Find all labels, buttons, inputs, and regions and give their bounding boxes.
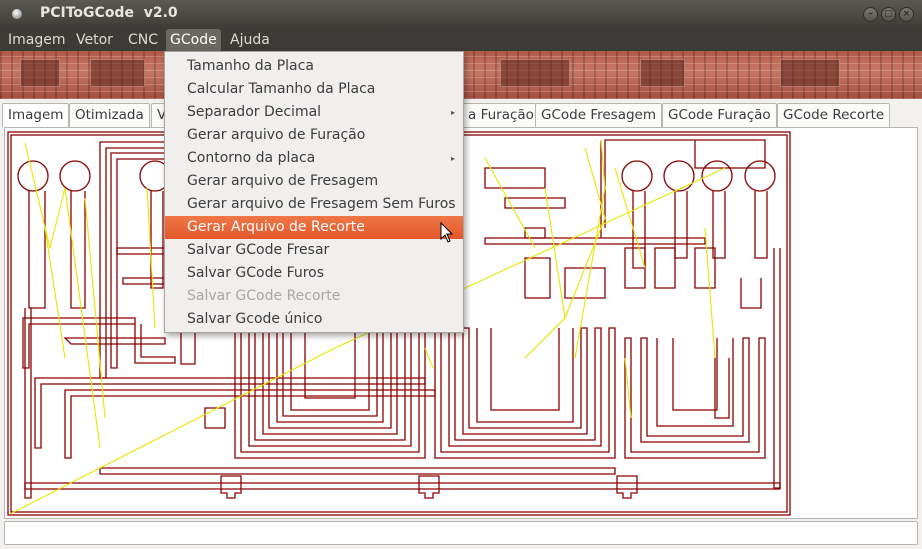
banner-chip (90, 59, 145, 87)
menu-item-gerar-furacao[interactable]: Gerar arquivo de Furação (165, 124, 463, 147)
menu-item-label: Contorno da placa (187, 150, 316, 166)
status-bar (4, 521, 918, 545)
tab-gcode-fresagem[interactable]: GCode Fresagem (535, 103, 662, 127)
app-icon (12, 9, 22, 19)
gcode-menu: Tamanho da Placa Calcular Tamanho da Pla… (164, 51, 464, 333)
tab-otimizada[interactable]: Otimizada (69, 103, 150, 127)
menu-gcode[interactable]: GCode (166, 29, 221, 51)
menu-item-gerar-recorte[interactable]: Gerar Arquivo de Recorte (165, 216, 463, 239)
menu-item-label: Salvar Gcode único (187, 311, 323, 327)
menu-item-label: Gerar arquivo de Fresagem (187, 173, 379, 189)
menu-item-label: Gerar Arquivo de Recorte (187, 219, 365, 235)
banner-chip (780, 59, 840, 87)
title-bar: PCIToGCode v2.0 – □ × (0, 0, 922, 29)
menu-bar: Imagem Vetor CNC GCode Ajuda (0, 29, 922, 51)
menu-item-label: Salvar GCode Furos (187, 265, 325, 281)
maximize-button[interactable]: □ (881, 7, 896, 22)
menu-item-label: Salvar GCode Recorte (187, 288, 341, 304)
menu-imagem[interactable]: Imagem (4, 29, 69, 51)
close-button[interactable]: × (899, 7, 914, 22)
submenu-arrow-icon: ▸ (450, 154, 455, 163)
menu-item-label: Gerar arquivo de Fresagem Sem Furos (187, 196, 456, 212)
minimize-button[interactable]: – (863, 7, 878, 22)
menu-item-contorno-placa[interactable]: Contorno da placa ▸ (165, 147, 463, 170)
tab-imagem[interactable]: Imagem (2, 103, 70, 127)
submenu-arrow-icon: ▸ (450, 108, 455, 117)
menu-item-tamanho-placa[interactable]: Tamanho da Placa (165, 55, 463, 78)
menu-cnc[interactable]: CNC (124, 29, 162, 51)
menu-item-label: Tamanho da Placa (187, 58, 314, 74)
menu-item-calcular-tamanho[interactable]: Calcular Tamanho da Placa (165, 78, 463, 101)
tab-gcode-furacao[interactable]: GCode Furação (662, 103, 777, 127)
menu-item-label: Salvar GCode Fresar (187, 242, 330, 258)
tab-gcode-recorte[interactable]: GCode Recorte (777, 103, 891, 127)
app-window: PCIToGCode v2.0 – □ × Imagem Vetor CNC G… (0, 0, 922, 549)
menu-item-salvar-gcode-unico[interactable]: Salvar Gcode único (165, 308, 463, 331)
banner-chip (20, 59, 60, 87)
menu-item-separador-decimal[interactable]: Separador Decimal ▸ (165, 101, 463, 124)
menu-ajuda[interactable]: Ajuda (226, 29, 274, 51)
menu-item-label: Gerar arquivo de Furação (187, 127, 366, 143)
menu-item-salvar-fresar[interactable]: Salvar GCode Fresar (165, 239, 463, 262)
menu-item-label: Separador Decimal (187, 104, 322, 120)
banner-chip (640, 59, 685, 87)
menu-item-gerar-fresagem[interactable]: Gerar arquivo de Fresagem (165, 170, 463, 193)
menu-item-label: Calcular Tamanho da Placa (187, 81, 376, 97)
menu-item-salvar-recorte: Salvar GCode Recorte (165, 285, 463, 308)
menu-item-salvar-furos[interactable]: Salvar GCode Furos (165, 262, 463, 285)
menu-item-gerar-fresagem-sem-furos[interactable]: Gerar arquivo de Fresagem Sem Furos (165, 193, 463, 216)
tab-furacao[interactable]: a Furação (463, 103, 540, 127)
mouse-pointer-icon (440, 222, 454, 243)
banner-chip (500, 59, 570, 87)
window-title: PCIToGCode v2.0 (40, 5, 178, 21)
menu-vetor[interactable]: Vetor (72, 29, 117, 51)
